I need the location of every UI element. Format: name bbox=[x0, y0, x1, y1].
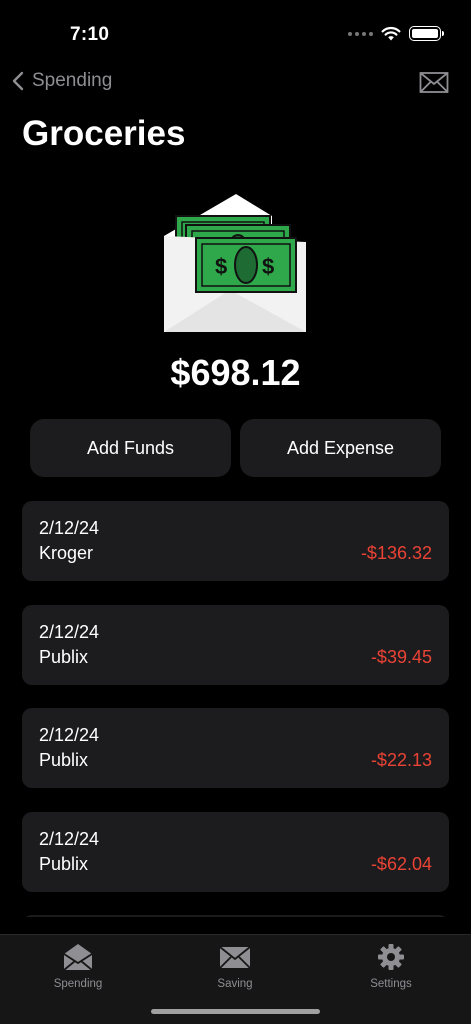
status-time: 7:10 bbox=[70, 24, 110, 45]
tab-settings[interactable]: Settings bbox=[331, 941, 451, 990]
envelope-icon bbox=[219, 946, 251, 969]
cellular-signal-icon bbox=[348, 31, 373, 36]
transaction-amount: -$22.13 bbox=[370, 750, 432, 770]
action-buttons: Add Funds Add Expense bbox=[30, 419, 441, 477]
status-icons bbox=[348, 26, 444, 41]
tab-saving[interactable]: Saving bbox=[175, 941, 295, 990]
transaction-merchant: Kroger bbox=[39, 543, 94, 563]
gear-icon bbox=[378, 944, 404, 970]
page-title: Groceries bbox=[22, 114, 186, 153]
transaction-merchant: Publix bbox=[39, 854, 89, 874]
transaction-amount: -$62.04 bbox=[370, 854, 432, 874]
envelope-balance: $698.12 bbox=[170, 352, 301, 393]
add-expense-button[interactable]: Add Expense bbox=[240, 419, 441, 477]
transaction-merchant: Publix bbox=[39, 647, 89, 667]
transaction-merchant: Publix bbox=[39, 750, 89, 770]
back-button[interactable]: Spending bbox=[12, 70, 112, 92]
status-bar: 7:10 bbox=[0, 0, 471, 60]
battery-icon bbox=[409, 26, 444, 41]
open-envelope-icon bbox=[63, 944, 93, 971]
transaction-list[interactable]: 2/12/24 Kroger -$136.32 2/12/24 Publix -… bbox=[22, 501, 449, 917]
chevron-left-icon bbox=[12, 71, 24, 91]
back-label: Spending bbox=[32, 70, 113, 91]
transaction-row-partial[interactable] bbox=[22, 915, 449, 917]
envelope-cash-illustration: $ $ bbox=[164, 194, 306, 332]
transaction-date: 2/12/24 bbox=[39, 622, 100, 642]
transaction-row[interactable]: 2/12/24 Publix -$22.13 bbox=[22, 708, 449, 788]
svg-text:$: $ bbox=[262, 254, 274, 279]
transaction-date: 2/12/24 bbox=[39, 725, 100, 745]
home-indicator[interactable] bbox=[151, 1009, 320, 1014]
tab-label: Settings bbox=[370, 978, 412, 990]
tab-label: Spending bbox=[53, 978, 103, 990]
wifi-icon bbox=[381, 26, 401, 41]
transaction-row[interactable]: 2/12/24 Kroger -$136.32 bbox=[22, 501, 449, 581]
svg-text:$: $ bbox=[215, 254, 227, 279]
add-funds-button[interactable]: Add Funds bbox=[30, 419, 231, 477]
tab-label: Saving bbox=[217, 978, 253, 990]
transaction-date: 2/12/24 bbox=[39, 829, 100, 849]
envelope-icon bbox=[419, 72, 449, 93]
tab-spending[interactable]: Spending bbox=[18, 941, 138, 990]
mail-button[interactable] bbox=[419, 71, 449, 95]
transaction-amount: -$39.45 bbox=[370, 647, 432, 667]
transaction-amount: -$136.32 bbox=[360, 543, 432, 563]
transaction-row[interactable]: 2/12/24 Publix -$62.04 bbox=[22, 812, 449, 892]
transaction-row[interactable]: 2/12/24 Publix -$39.45 bbox=[22, 605, 449, 685]
transaction-date: 2/12/24 bbox=[39, 518, 100, 538]
